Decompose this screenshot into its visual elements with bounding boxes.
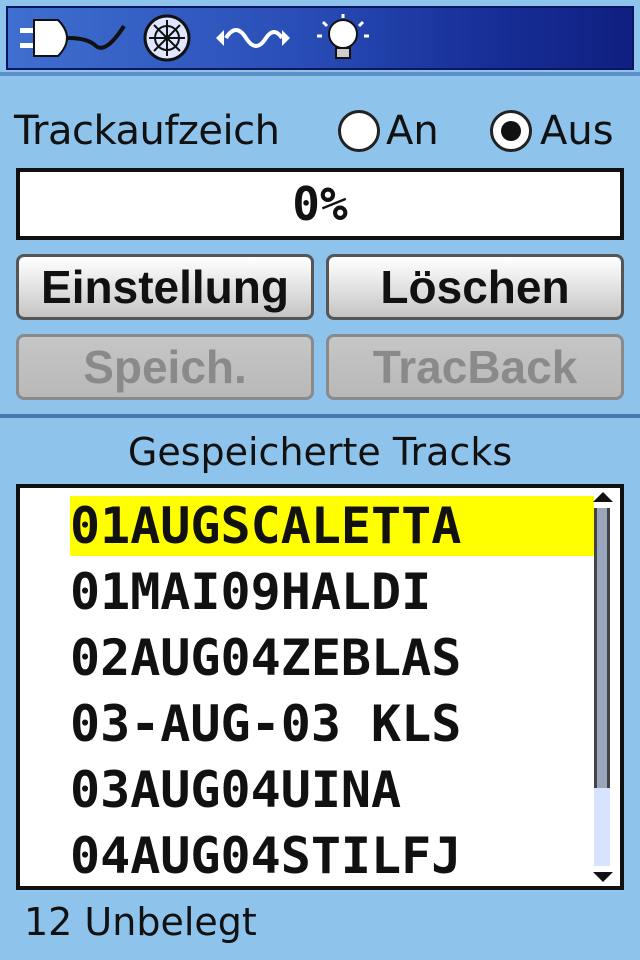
track-name: 01AUGSCALETTA	[70, 496, 594, 556]
saved-tracks-title: Gespeicherte Tracks	[127, 430, 513, 474]
scrollbar-track[interactable]	[594, 508, 610, 866]
track-recording-label: Trackaufzeich	[14, 108, 280, 154]
free-tracks-count: 12 Unbelegt	[24, 900, 257, 944]
track-list-item[interactable]: 01MAI09HALDI	[20, 560, 594, 626]
track-memory-progress-bar: 0%	[16, 168, 624, 240]
track-list: 01AUGSCALETTA 01MAI09HALDI 02AUG04ZEBLAS 03…	[20, 494, 594, 886]
satellite-icon	[143, 14, 191, 62]
radio-on[interactable]	[338, 110, 380, 152]
track-recording-row: Trackaufzeich An Aus	[0, 104, 640, 164]
track-name: 01MAI09HALDI	[70, 563, 432, 621]
power-plug-icon	[20, 19, 126, 57]
track-name: 03-AUG-03 KLS	[70, 695, 462, 753]
track-list-item[interactable]: 01AUGSCALETTA	[20, 494, 594, 560]
scrollbar-thumb[interactable]	[594, 508, 610, 788]
track-name: 04AUG04STILFJ	[70, 827, 462, 885]
list-scrollbar[interactable]	[590, 492, 616, 882]
signal-wave-icon	[216, 28, 290, 48]
radio-selected-dot	[501, 121, 521, 141]
tracback-button[interactable]: TracBack	[326, 334, 624, 400]
settings-button[interactable]: Einstellung	[16, 254, 314, 320]
backlight-bulb-icon	[317, 14, 369, 59]
track-name: 02AUG04ZEBLAS	[70, 629, 462, 687]
track-list-item[interactable]: 04AUG04STILFJ	[20, 824, 594, 886]
scroll-up-arrow-icon[interactable]	[593, 492, 613, 502]
track-name: 03AUG04UINA	[70, 761, 402, 819]
radio-off-label[interactable]: Aus	[540, 108, 614, 154]
track-list-item[interactable]: 02AUG04ZEBLAS	[20, 626, 594, 692]
status-divider	[0, 72, 640, 76]
track-list-item[interactable]: 03AUG04UINA	[20, 758, 594, 824]
status-bar	[6, 6, 634, 70]
radio-off[interactable]	[490, 110, 532, 152]
delete-button[interactable]: Löschen	[326, 254, 624, 320]
section-divider	[0, 414, 640, 418]
save-button[interactable]: Speich.	[16, 334, 314, 400]
radio-on-label[interactable]: An	[386, 108, 439, 154]
saved-tracks-list[interactable]: 01AUGSCALETTA 01MAI09HALDI 02AUG04ZEBLAS 03…	[16, 484, 624, 890]
track-list-item[interactable]: 03-AUG-03 KLS	[20, 692, 594, 758]
progress-text: 0%	[292, 177, 348, 231]
scroll-down-arrow-icon[interactable]	[593, 872, 613, 882]
